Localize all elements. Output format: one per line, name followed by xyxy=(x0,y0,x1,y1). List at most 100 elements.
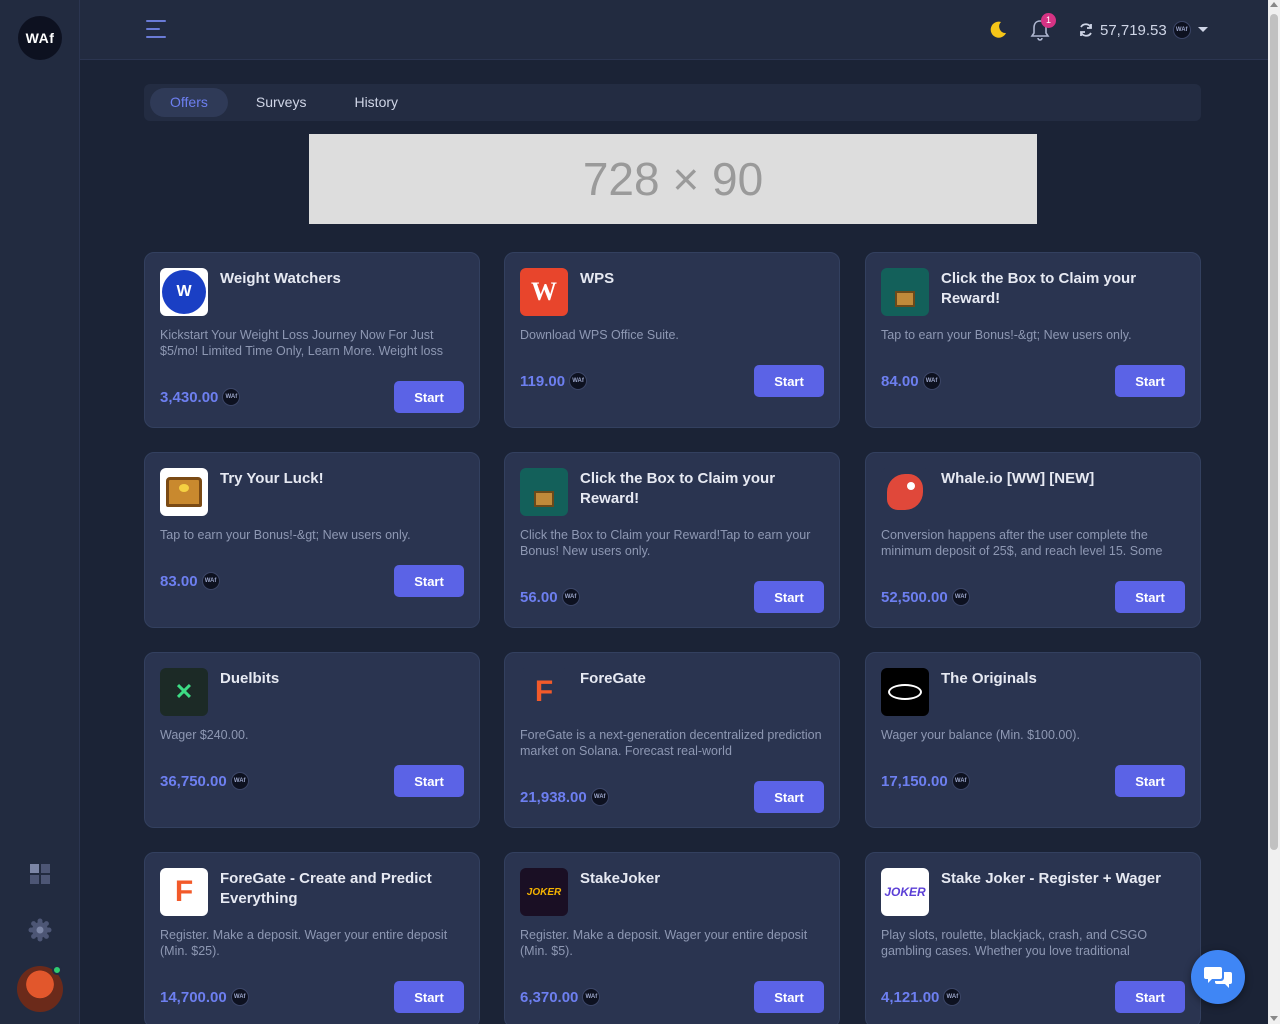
scroll-up-arrow-icon[interactable] xyxy=(1270,2,1278,7)
foregate-logo-icon: F xyxy=(160,868,208,916)
start-offer-button[interactable]: Start xyxy=(1115,981,1185,1013)
offer-card[interactable]: F ForeGate - Create and Predict Everythin… xyxy=(144,852,480,1024)
stakejoker-logo-icon: JOKER xyxy=(520,868,568,916)
coin-icon: WAf xyxy=(590,788,609,806)
offer-points: 83.00 xyxy=(160,572,198,590)
treasure-chest-icon xyxy=(160,468,208,516)
treasure-box-icon xyxy=(881,268,929,316)
offer-title[interactable]: Whale.io [WW] [NEW] xyxy=(941,469,1186,489)
offer-title[interactable]: WPS xyxy=(580,269,825,289)
offer-footer: 52,500.00 WAf Start xyxy=(881,581,1185,613)
tab-surveys[interactable]: Surveys xyxy=(236,88,327,117)
start-offer-button[interactable]: Start xyxy=(754,781,824,813)
refresh-icon[interactable] xyxy=(1078,22,1094,38)
offer-title[interactable]: Click the Box to Claim your Reward! xyxy=(580,469,825,509)
offer-title[interactable]: Weight Watchers xyxy=(220,269,465,289)
offer-reward: 83.00 WAf xyxy=(160,572,220,590)
offer-card[interactable]: Whale.io [WW] [NEW] Conversion happens af… xyxy=(865,452,1201,628)
tab-history[interactable]: History xyxy=(334,88,418,117)
offer-description: Tap to earn your Bonus!-&gt; New users o… xyxy=(160,528,411,542)
offer-description: Wager your balance (Min. $100.00). xyxy=(881,728,1080,742)
offer-reward: 17,150.00 WAf xyxy=(881,772,970,790)
offer-reward: 14,700.00 WAf xyxy=(160,988,249,1006)
start-offer-button[interactable]: Start xyxy=(394,381,464,413)
start-offer-button[interactable]: Start xyxy=(394,981,464,1013)
offer-reward: 84.00 WAf xyxy=(881,372,941,390)
offer-title[interactable]: Click the Box to Claim your Reward! xyxy=(941,269,1186,309)
top-bar: 1 57,719.53 WAf xyxy=(80,0,1268,60)
treasure-box-icon xyxy=(520,468,568,516)
offer-points: 119.00 xyxy=(520,372,566,390)
tab-offers[interactable]: Offers xyxy=(150,88,228,117)
offer-points: 6,370.00 xyxy=(520,988,579,1006)
offer-points: 56.00 xyxy=(520,588,558,606)
offer-title[interactable]: ForeGate xyxy=(580,669,825,689)
start-offer-button[interactable]: Start xyxy=(1115,581,1185,613)
coin-icon: WAf xyxy=(922,372,941,390)
offer-points: 3,430.00 xyxy=(160,388,219,406)
chat-button[interactable] xyxy=(1191,950,1245,1004)
start-offer-button[interactable]: Start xyxy=(1115,765,1185,797)
offer-points: 84.00 xyxy=(881,372,919,390)
coin-icon: WAf xyxy=(582,988,601,1006)
offer-points: 4,121.00 xyxy=(881,988,940,1006)
start-offer-button[interactable]: Start xyxy=(754,981,824,1013)
menu-toggle-icon[interactable] xyxy=(146,20,166,40)
dark-mode-moon-icon[interactable] xyxy=(988,20,1008,40)
dashboard-icon[interactable] xyxy=(28,862,52,886)
ad-banner-placeholder[interactable]: 728 × 90 xyxy=(309,134,1037,224)
offer-title[interactable]: The Originals xyxy=(941,669,1186,689)
app-logo[interactable]: WAf xyxy=(18,16,62,60)
start-offer-button[interactable]: Start xyxy=(394,765,464,797)
scroll-down-arrow-icon[interactable] xyxy=(1270,1016,1278,1021)
offer-card[interactable]: Click the Box to Claim your Reward! Click… xyxy=(504,452,840,628)
offer-reward: 4,121.00 WAf xyxy=(881,988,962,1006)
offer-footer: 21,938.00 WAf Start xyxy=(520,781,824,813)
settings-gear-icon[interactable] xyxy=(28,918,52,942)
offer-title[interactable]: ForeGate - Create and Predict Everything xyxy=(220,869,465,909)
offer-title[interactable]: Stake Joker - Register + Wager xyxy=(941,869,1186,889)
chevron-down-icon[interactable] xyxy=(1197,26,1209,34)
offer-card[interactable]: W WPS Download WPS Office Suite. 119.00 WAf S… xyxy=(504,252,840,428)
coin-icon: WAf xyxy=(222,388,241,406)
wps-logo-icon: W xyxy=(520,268,568,316)
scrollbar-thumb[interactable] xyxy=(1270,14,1278,850)
offer-points: 17,150.00 xyxy=(881,772,948,790)
coin-icon: WAf xyxy=(569,372,588,390)
offer-footer: 83.00 WAf Start xyxy=(160,565,464,597)
offer-card[interactable]: ✕ Duelbits Wager $240.00. 36,750.00 WAf Start xyxy=(144,652,480,828)
foregate-logo-icon: F xyxy=(520,668,568,716)
offer-card[interactable]: Try Your Luck! Tap to earn your Bonus!-&g… xyxy=(144,452,480,628)
offer-reward: 56.00 WAf xyxy=(520,588,580,606)
balance-widget[interactable]: 57,719.53 WAf xyxy=(1078,18,1209,42)
offer-card[interactable]: F ForeGate ForeGate is a next-generation d… xyxy=(504,652,840,828)
offer-description: Download WPS Office Suite. xyxy=(520,328,679,342)
start-offer-button[interactable]: Start xyxy=(394,565,464,597)
start-offer-button[interactable]: Start xyxy=(754,581,824,613)
balance-amount: 57,719.53 xyxy=(1100,21,1167,39)
start-offer-button[interactable]: Start xyxy=(754,365,824,397)
coin-icon: WAf xyxy=(943,988,962,1006)
offer-reward: 52,500.00 WAf xyxy=(881,588,970,606)
offer-title[interactable]: Duelbits xyxy=(220,669,465,689)
duelbits-logo-icon: ✕ xyxy=(160,668,208,716)
offer-description: Register. Make a deposit. Wager your ent… xyxy=(520,928,808,958)
whale-dragon-icon xyxy=(881,468,929,516)
offer-description: ForeGate is a next-generation decentrali… xyxy=(520,728,822,758)
sidebar: WAf xyxy=(0,0,80,1024)
offer-card[interactable]: JOKER Stake Joker - Register + Wager Play … xyxy=(865,852,1201,1024)
chat-bubbles-icon xyxy=(1204,967,1232,988)
offer-footer: 17,150.00 WAf Start xyxy=(881,765,1185,797)
offer-title[interactable]: StakeJoker xyxy=(580,869,825,889)
offer-reward: 119.00 WAf xyxy=(520,372,588,390)
offer-title[interactable]: Try Your Luck! xyxy=(220,469,465,489)
offer-card[interactable]: The Originals Wager your balance (Min. $1… xyxy=(865,652,1201,828)
start-offer-button[interactable]: Start xyxy=(1115,365,1185,397)
offer-card[interactable]: JOKER StakeJoker Register. Make a deposit.… xyxy=(504,852,840,1024)
logo-text: WAf xyxy=(25,30,55,46)
offer-card[interactable]: Click the Box to Claim your Reward! Tap t… xyxy=(865,252,1201,428)
offer-footer: 14,700.00 WAf Start xyxy=(160,981,464,1013)
offer-footer: 84.00 WAf Start xyxy=(881,365,1185,397)
offer-card[interactable]: W Weight Watchers Kickstart Your Weight Lo… xyxy=(144,252,480,428)
offer-points: 14,700.00 xyxy=(160,988,227,1006)
